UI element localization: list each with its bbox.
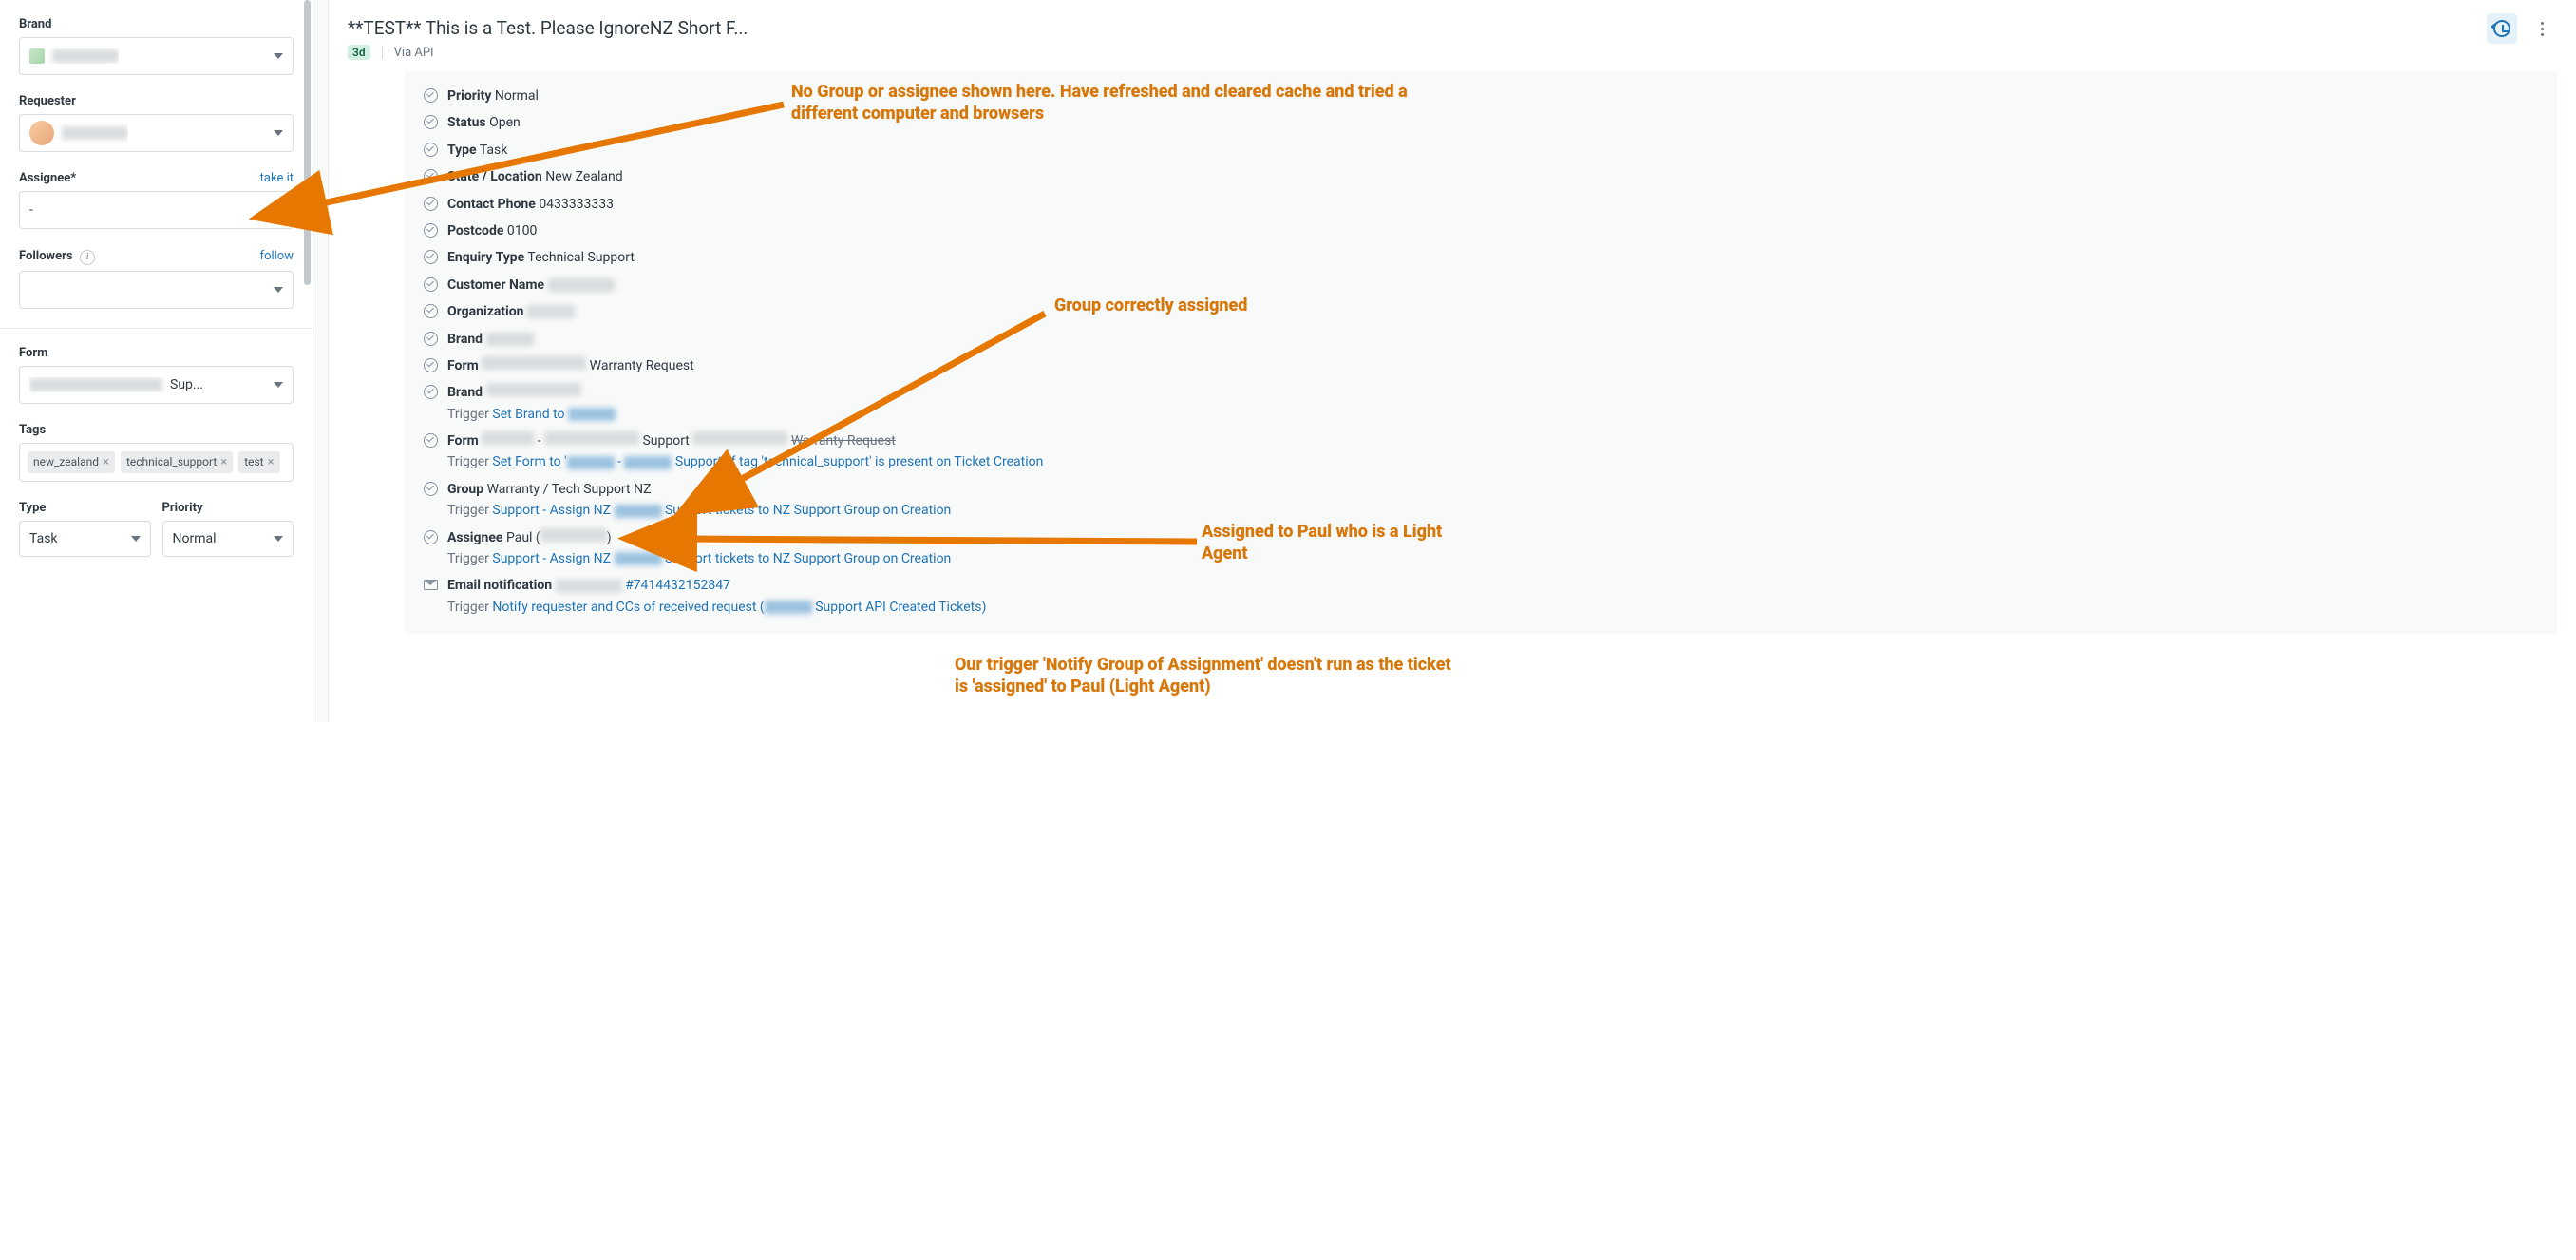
event-log: Priority Normal Status Open Type Task St…: [405, 71, 2557, 634]
ticket-title: **TEST** This is a Test. Please IgnoreNZ…: [348, 17, 2557, 39]
check-icon: [424, 115, 438, 129]
redacted-customer: [548, 278, 615, 292]
redacted: [556, 580, 622, 593]
divider: [0, 328, 313, 329]
check-icon: [424, 169, 438, 183]
chevron-down-icon: [131, 536, 141, 542]
check-icon: [424, 332, 438, 346]
check-icon: [424, 143, 438, 157]
panel-separator: [313, 0, 329, 722]
check-icon: [424, 530, 438, 544]
trigger-link[interactable]: Set Form to ' - Support' if tag 'technic…: [492, 454, 1043, 469]
age-badge: 3d: [348, 45, 370, 60]
redacted-form-ev: [482, 356, 586, 370]
type-label: Type: [19, 501, 46, 515]
redacted: [567, 456, 615, 469]
scrollbar-thumb[interactable]: [304, 0, 311, 285]
followers-label: Followers: [19, 249, 73, 263]
requester-select[interactable]: [19, 114, 294, 152]
tag-remove-icon[interactable]: ×: [220, 455, 227, 469]
chevron-down-icon: [274, 536, 283, 542]
tags-label: Tags: [19, 423, 46, 437]
redacted-org: [527, 305, 575, 318]
priority-select[interactable]: Normal: [162, 521, 294, 557]
follow-link[interactable]: follow: [260, 249, 294, 263]
form-suffix: Sup...: [170, 377, 203, 392]
tag-remove-icon[interactable]: ×: [103, 455, 109, 469]
check-icon: [424, 197, 438, 211]
redacted: [540, 528, 607, 542]
check-icon: [424, 250, 438, 264]
chevron-down-icon: [274, 207, 283, 213]
check-icon: [424, 277, 438, 292]
redacted-requester: [62, 126, 128, 140]
ticket-header: **TEST** This is a Test. Please IgnoreNZ…: [329, 0, 2576, 71]
trigger-link[interactable]: Support - Assign NZ Support tickets to N…: [492, 551, 951, 566]
brand-select[interactable]: [19, 37, 294, 75]
check-icon: [424, 482, 438, 496]
kebab-icon: [2541, 22, 2544, 36]
redacted: [544, 431, 639, 445]
tag-pill[interactable]: test×: [238, 451, 279, 473]
ticket-sidebar: Brand Requester Assignee* take it -: [0, 0, 313, 722]
check-icon: [424, 304, 438, 318]
trigger-link[interactable]: Set Brand to: [492, 407, 616, 422]
tag-pill[interactable]: technical_support×: [121, 451, 233, 473]
redacted: [765, 601, 812, 614]
redacted-brand: [52, 49, 119, 63]
chevron-down-icon: [274, 53, 283, 59]
assignee-label: Assignee*: [19, 171, 76, 185]
tag-pill[interactable]: new_zealand×: [28, 451, 115, 473]
chevron-down-icon: [274, 382, 283, 388]
history-icon: [2493, 20, 2510, 37]
type-select[interactable]: Task: [19, 521, 151, 557]
brand-label: Brand: [19, 17, 51, 31]
assignee-value: -: [29, 202, 33, 218]
trigger-link[interactable]: Notify requester and CCs of received req…: [492, 600, 986, 615]
check-icon: [424, 88, 438, 103]
chevron-down-icon: [274, 130, 283, 136]
redacted: [615, 505, 662, 518]
redacted: [568, 408, 616, 421]
check-icon: [424, 433, 438, 448]
priority-label: Priority: [162, 501, 203, 515]
mail-icon: [424, 580, 438, 590]
ticket-main: **TEST** This is a Test. Please IgnoreNZ…: [329, 0, 2576, 722]
info-icon[interactable]: i: [80, 250, 95, 265]
via-label: Via API: [394, 46, 434, 60]
type-value: Task: [29, 531, 58, 546]
assignee-select[interactable]: -: [19, 191, 294, 229]
check-icon: [424, 358, 438, 372]
redacted: [692, 431, 787, 445]
avatar: [29, 121, 54, 145]
form-label: Form: [19, 346, 47, 360]
redacted: [482, 431, 534, 445]
tags-input[interactable]: new_zealand× technical_support× test×: [19, 443, 294, 482]
redacted: [624, 456, 672, 469]
brand-icon: [29, 48, 45, 64]
more-menu-button[interactable]: [2527, 13, 2557, 44]
take-it-link[interactable]: take it: [260, 171, 294, 185]
form-select[interactable]: Sup...: [19, 366, 294, 404]
chevron-down-icon: [274, 287, 283, 293]
history-button[interactable]: [2487, 13, 2517, 44]
redacted-brand-ev: [486, 333, 534, 346]
ticket-link[interactable]: #7414432152847: [625, 578, 730, 593]
priority-value: Normal: [173, 531, 217, 546]
redacted: [486, 383, 581, 396]
redacted: [615, 552, 662, 565]
followers-select[interactable]: [19, 271, 294, 309]
redacted-form: [29, 378, 162, 391]
requester-label: Requester: [19, 94, 76, 108]
check-icon: [424, 385, 438, 399]
check-icon: [424, 223, 438, 238]
tag-remove-icon[interactable]: ×: [268, 455, 275, 469]
divider: [382, 46, 383, 59]
trigger-link[interactable]: Support - Assign NZ Support tickets to N…: [492, 503, 951, 518]
